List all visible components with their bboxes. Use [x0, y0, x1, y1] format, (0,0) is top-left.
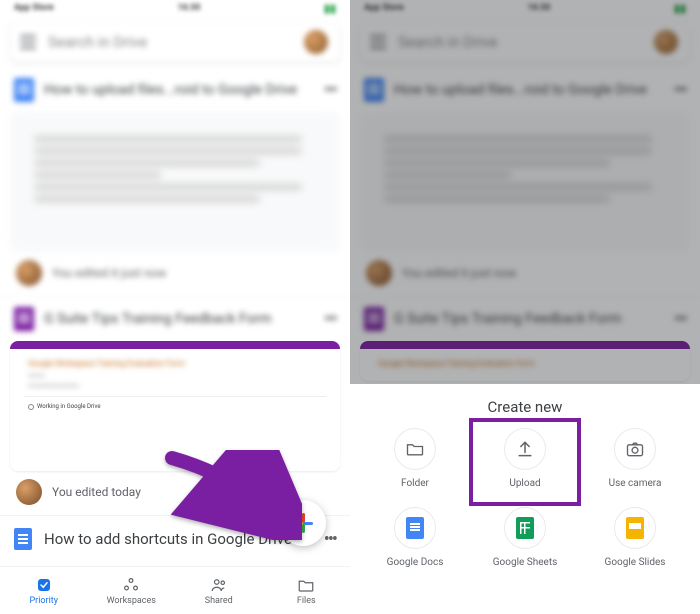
bottom-nav: Priority Workspaces Shared Files	[0, 566, 350, 614]
sheet-label: Upload	[509, 478, 540, 489]
tab-label: Shared	[205, 596, 233, 606]
google-docs-icon	[394, 507, 436, 549]
sheet-item-upload[interactable]: Upload	[470, 428, 580, 489]
file-preview-1[interactable]	[10, 112, 340, 252]
more-icon[interactable]: •••	[324, 529, 336, 550]
avatar	[16, 479, 42, 505]
form-heading: Google Workspace Training Evaluation For…	[28, 359, 322, 368]
files-icon	[297, 576, 315, 594]
sheet-item-folder[interactable]: Folder	[360, 428, 470, 489]
google-docs-icon	[14, 528, 32, 550]
tab-priority[interactable]: Priority	[0, 567, 88, 614]
edited-text: You edited today	[52, 485, 141, 499]
tab-label: Priority	[30, 596, 59, 606]
file-title-2: G Suite Tips Training Feedback Form	[44, 311, 314, 327]
sheet-item-camera[interactable]: Use camera	[580, 428, 690, 489]
modal-dim[interactable]	[350, 0, 700, 384]
avatar[interactable]	[302, 28, 330, 56]
file-title-1: How to upload files...roid to Google Dri…	[44, 82, 314, 98]
annotation-arrow	[162, 450, 302, 540]
form-option-label: Working in Google Drive	[37, 403, 101, 410]
status-left: App Store	[14, 3, 54, 13]
battery-icon: ▮▮	[324, 2, 336, 15]
create-new-sheet: Create new Folder Upload	[350, 384, 700, 614]
more-icon[interactable]: •••	[324, 309, 336, 330]
tab-label: Workspaces	[107, 596, 156, 606]
sheet-item-sheets[interactable]: Google Sheets	[470, 507, 580, 568]
sheet-label: Google Docs	[387, 557, 444, 568]
folder-icon	[394, 428, 436, 470]
screenshot-right: App Store 16:30 ▮▮ Search in Drive How t…	[350, 0, 700, 614]
tab-workspaces[interactable]: Workspaces	[88, 567, 176, 614]
search-placeholder: Search in Drive	[48, 33, 290, 51]
search-bar[interactable]: Search in Drive	[10, 22, 340, 62]
status-time: 16:30	[177, 3, 200, 13]
screenshot-left: App Store 16:30 ▮▮ Search in Drive How t…	[0, 0, 350, 614]
google-sheets-icon	[504, 507, 546, 549]
sheet-item-slides[interactable]: Google Slides	[580, 507, 690, 568]
file-header-1[interactable]: How to upload files...roid to Google Dri…	[0, 68, 350, 108]
sheet-item-docs[interactable]: Google Docs	[360, 507, 470, 568]
tab-label: Files	[297, 596, 316, 606]
sheet-label: Folder	[401, 478, 429, 489]
edited-info-1: You edited it just now	[0, 252, 350, 296]
google-slides-icon	[614, 507, 656, 549]
more-icon[interactable]: •••	[324, 80, 336, 101]
shared-icon	[210, 576, 228, 594]
sheet-label: Google Slides	[605, 557, 666, 568]
google-forms-icon	[14, 307, 34, 331]
priority-icon	[35, 576, 53, 594]
sheet-label: Use camera	[609, 478, 662, 489]
sheet-label: Google Sheets	[493, 557, 558, 568]
edited-text: You edited it just now	[52, 266, 166, 280]
workspaces-icon	[122, 576, 140, 594]
status-bar: App Store 16:30 ▮▮	[0, 0, 350, 16]
upload-icon	[504, 428, 546, 470]
form-option: Working in Google Drive	[28, 403, 322, 410]
sheet-title: Create new	[350, 384, 700, 424]
file-header-2[interactable]: G Suite Tips Training Feedback Form •••	[0, 296, 350, 337]
camera-icon	[614, 428, 656, 470]
google-docs-icon	[14, 78, 34, 102]
radio-icon	[28, 404, 34, 410]
menu-icon[interactable]	[20, 35, 36, 49]
avatar	[16, 260, 42, 286]
tab-files[interactable]: Files	[263, 567, 351, 614]
tab-shared[interactable]: Shared	[175, 567, 263, 614]
